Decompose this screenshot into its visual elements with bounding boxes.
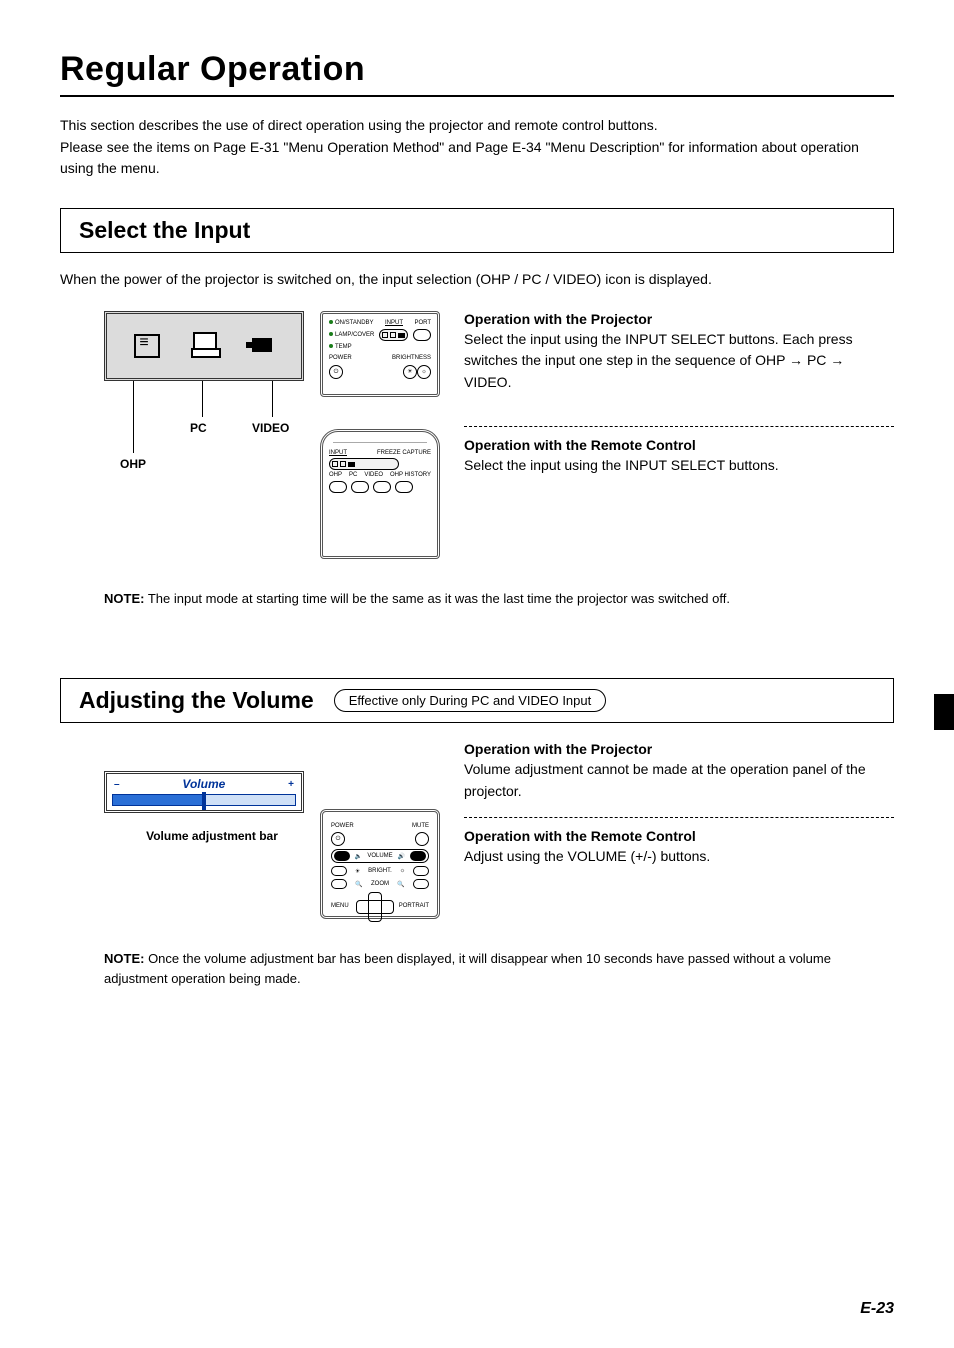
intro-line-2: Please see the items on Page E-31 "Menu … (60, 137, 894, 180)
section-select-input-title: Select the Input (79, 217, 250, 244)
remote2-power-button: ⏻ (331, 832, 345, 846)
panel-port-label: PORT (414, 320, 431, 327)
remote-input-label: INPUT (329, 450, 347, 457)
panel-led-standby: ON/STANDBY (335, 320, 374, 326)
projector-panel-diagram: ON/STANDBY INPUT PORT LAMP/COVER TEMP PO… (320, 311, 440, 397)
remote-input-cluster (329, 458, 399, 470)
video-icon (246, 332, 276, 360)
sec1-remote-heading: Operation with the Remote Control (464, 437, 894, 453)
volume-condition-pill: Effective only During PC and VIDEO Input (334, 689, 607, 712)
remote-pc-button (351, 481, 369, 493)
side-tab-marker (934, 694, 954, 730)
panel-brightness-minus: ☀ (403, 365, 417, 379)
note2-label: NOTE: (104, 951, 144, 966)
remote2-zoom-plus (413, 879, 429, 889)
remote2-bright-plus (413, 866, 429, 876)
remote2-power-label: POWER (331, 823, 354, 829)
remote2-zoom-label: ZOOM (371, 881, 389, 887)
remote2-bright-minus (331, 866, 347, 876)
panel-power-label: POWER (329, 355, 352, 362)
volume-bar-title: Volume (182, 777, 225, 791)
section1-note: NOTE: The input mode at starting time wi… (60, 589, 894, 609)
sec2-projector-heading: Operation with the Projector (464, 741, 894, 757)
panel-brightness-plus: ☼ (417, 365, 431, 379)
remote-label-ohp: OHP (329, 472, 342, 479)
remote-input-diagram: INPUT FREEZE CAPTURE OHP PC VIDEO OHP HI… (320, 429, 440, 559)
remote2-portrait-label: PORTRAIT (399, 903, 429, 909)
callout-ohp: OHP (120, 457, 146, 471)
remote-label-ohp-history: OHP HISTORY (390, 472, 431, 479)
panel-led-lamp: LAMP/COVER (335, 332, 374, 338)
volume-bar-caption: Volume adjustment bar (104, 829, 320, 843)
panel-power-button: ⏻ (329, 365, 343, 379)
panel-input-button (379, 329, 408, 341)
section-select-input-header: Select the Input (60, 208, 894, 253)
volume-plus-label: + (288, 779, 294, 790)
dashed-separator-2 (464, 817, 894, 818)
remote2-mute-button (415, 832, 429, 846)
callout-video: VIDEO (252, 421, 289, 435)
note-body: The input mode at starting time will be … (144, 591, 730, 606)
remote-volume-diagram: POWER MUTE ⏻ 🔈 VOLUME 🔊 ☀ BRIGHT. ☼ (320, 809, 440, 919)
remote2-volume-plus (410, 851, 426, 861)
remote2-bright-label: BRIGHT. (368, 868, 392, 874)
note2-body: Once the volume adjustment bar has been … (104, 951, 831, 986)
remote-freeze-label: FREEZE CAPTURE (377, 450, 431, 457)
section-volume-title: Adjusting the Volume (79, 687, 314, 714)
remote-video-button (373, 481, 391, 493)
volume-track (112, 794, 296, 806)
select-input-lead: When the power of the projector is switc… (60, 269, 894, 291)
remote2-zoom-minus (331, 879, 347, 889)
intro-text: This section describes the use of direct… (60, 115, 894, 180)
sec1-remote-body: Select the input using the INPUT SELECT … (464, 455, 894, 477)
volume-bar-diagram: – Volume + (104, 771, 304, 813)
panel-input-label: INPUT (385, 320, 403, 327)
remote-label-video: VIDEO (364, 472, 383, 479)
remote2-menu-label: MENU (331, 903, 349, 909)
sec2-remote-body: Adjust using the VOLUME (+/-) buttons. (464, 846, 894, 868)
remote-ohp-history-button (395, 481, 413, 493)
page-title: Regular Operation (60, 50, 894, 97)
note-label: NOTE: (104, 591, 144, 606)
section2-note: NOTE: Once the volume adjustment bar has… (60, 949, 894, 988)
panel-brightness-label: BRIGHTNESS (392, 355, 431, 362)
sec2-projector-body: Volume adjustment cannot be made at the … (464, 759, 894, 802)
remote2-mute-label: MUTE (412, 823, 429, 829)
sec2-remote-heading: Operation with the Remote Control (464, 828, 894, 844)
page-number: E-23 (860, 1300, 894, 1318)
ohp-icon (132, 332, 162, 360)
panel-led-temp: TEMP (335, 344, 352, 350)
section-volume-header: Adjusting the Volume Effective only Duri… (60, 678, 894, 723)
callout-pc: PC (190, 421, 207, 435)
pc-icon (189, 332, 219, 360)
sec1-projector-body: Select the input using the INPUT SELECT … (464, 329, 894, 394)
remote-label-pc: PC (349, 472, 357, 479)
panel-port-button (413, 329, 431, 341)
remote2-dpad (356, 892, 392, 920)
input-icons-diagram: PC VIDEO OHP (60, 311, 320, 471)
sec1-projector-heading: Operation with the Projector (464, 311, 894, 327)
remote2-volume-label: VOLUME (367, 853, 392, 859)
remote-ohp-button (329, 481, 347, 493)
volume-minus-label: – (114, 779, 120, 790)
intro-line-1: This section describes the use of direct… (60, 115, 894, 137)
dashed-separator (464, 426, 894, 427)
remote2-volume-minus (334, 851, 350, 861)
